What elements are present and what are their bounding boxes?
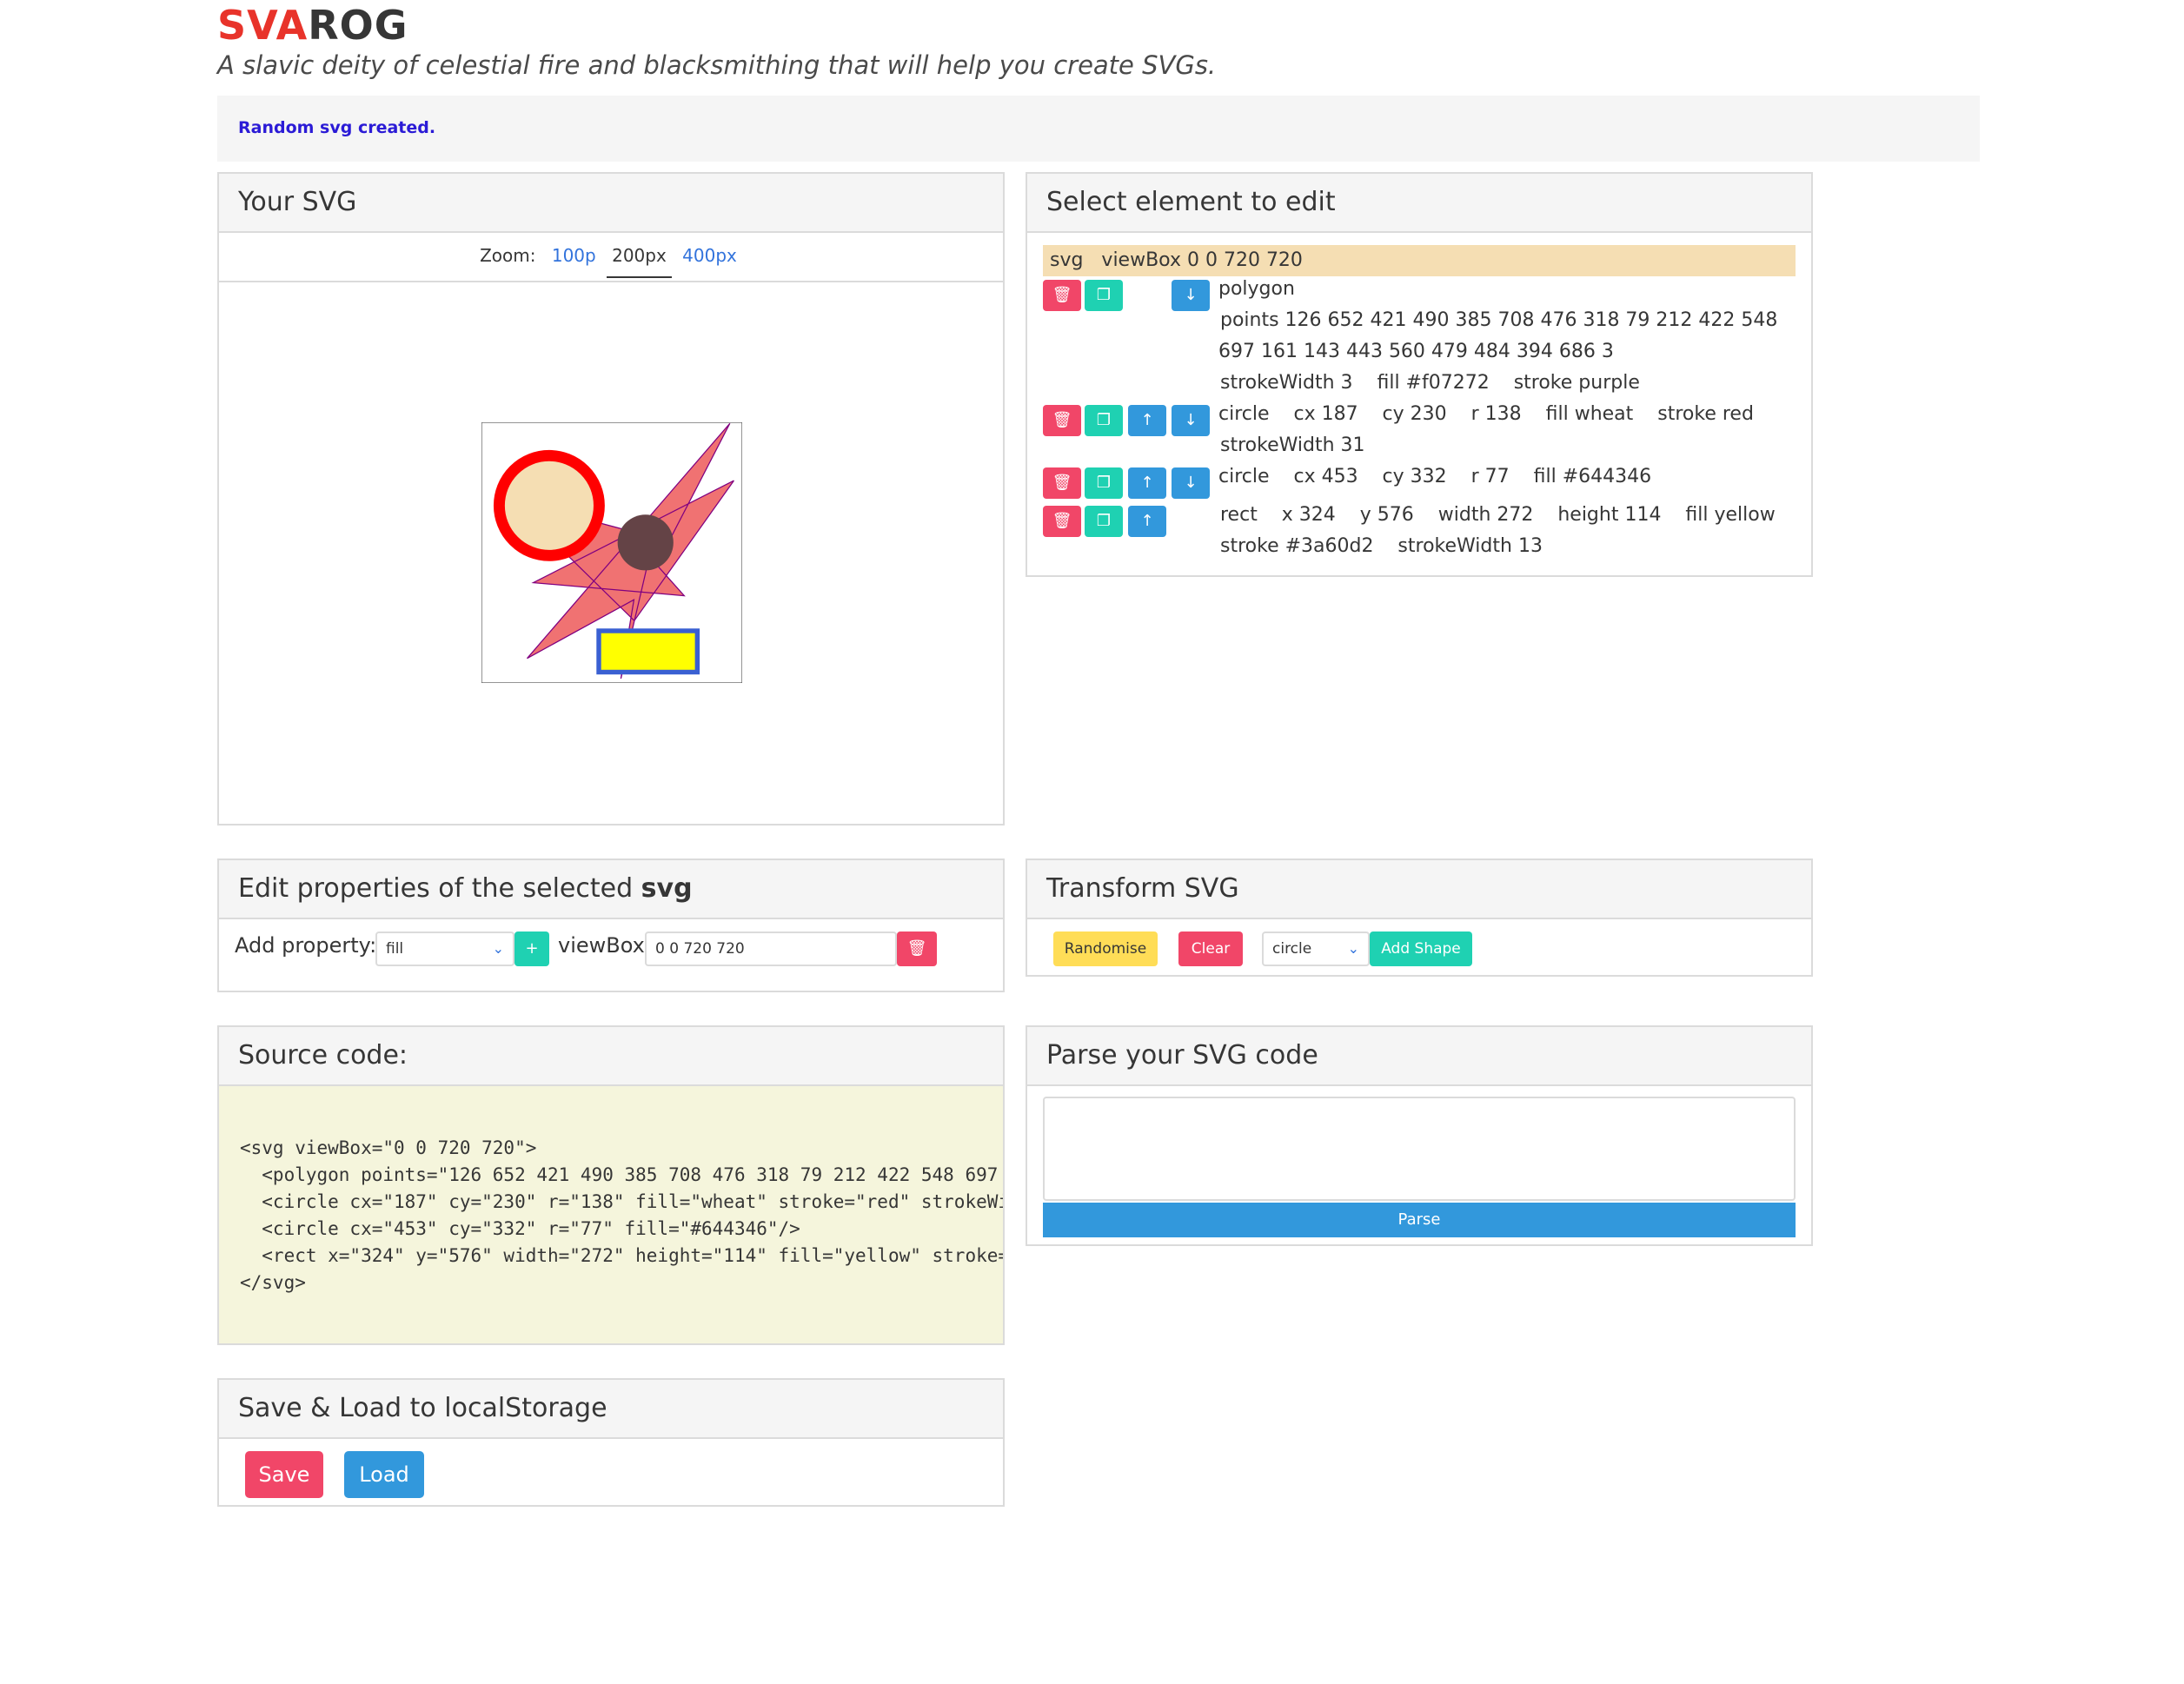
trash-icon: 🗑 xyxy=(1052,286,1072,304)
move-down-circle-1-button[interactable]: ↓ xyxy=(1172,405,1210,436)
element-circle-2-attrs[interactable]: circle cx 453 cy 332 r 77 fill #644346 xyxy=(1218,466,1651,487)
shape-select[interactable]: circle ⌄ xyxy=(1262,932,1370,966)
notification-text: Random svg created. xyxy=(238,118,436,137)
trash-icon: 🗑 xyxy=(1052,411,1072,429)
add-property-label: Add property: xyxy=(235,933,377,958)
code-line: <polygon points="126 652 421 490 385 708… xyxy=(240,1164,999,1185)
save-load-title: Save & Load to localStorage xyxy=(219,1380,1003,1439)
edit-properties-title-prefix: Edit properties of the selected xyxy=(238,873,634,904)
zoom-divider xyxy=(219,281,1003,282)
element-polygon-points-cont: 697 161 143 443 560 479 484 394 686 3 xyxy=(1218,341,1614,362)
your-svg-panel: Your SVG Zoom: 100p 200px 400px xyxy=(217,172,1005,825)
svg-preview xyxy=(481,422,742,683)
copy-icon: ❐ xyxy=(1096,474,1112,492)
logo-part-1: SVA xyxy=(217,2,309,49)
add-property-select-value: fill xyxy=(386,940,404,958)
zoom-option-100[interactable]: 100p xyxy=(547,245,601,276)
trash-icon: 🗑 xyxy=(906,939,927,958)
copy-icon: ❐ xyxy=(1096,286,1112,304)
preview-rect[interactable] xyxy=(596,628,700,675)
clear-button[interactable]: Clear xyxy=(1178,932,1243,966)
logo: SVAROG xyxy=(217,2,408,49)
add-shape-button[interactable]: Add Shape xyxy=(1370,932,1472,966)
arrow-down-icon: ↓ xyxy=(1184,411,1198,429)
save-button[interactable]: Save xyxy=(245,1451,323,1498)
copy-icon: ❐ xyxy=(1096,411,1112,429)
move-up-rect-button[interactable]: ↑ xyxy=(1128,506,1166,537)
transform-panel: Transform SVG Randomise Clear circle ⌄ A… xyxy=(1026,859,1813,977)
trash-icon: 🗑 xyxy=(1052,512,1072,530)
copy-rect-button[interactable]: ❐ xyxy=(1085,506,1123,537)
move-up-circle-1-button[interactable]: ↑ xyxy=(1128,405,1166,436)
element-polygon-name[interactable]: polygon xyxy=(1218,278,1295,300)
trash-icon: 🗑 xyxy=(1052,474,1072,492)
source-code-panel: Source code: <svg viewBox="0 0 720 720">… xyxy=(217,1025,1005,1345)
preview-circle-wheat[interactable] xyxy=(493,449,605,561)
element-circle-1-attrs-cont: strokeWidth 31 xyxy=(1220,434,1365,456)
delete-rect-button[interactable]: 🗑 xyxy=(1043,506,1081,537)
arrow-up-icon: ↑ xyxy=(1140,512,1154,530)
parse-panel: Parse your SVG code Parse xyxy=(1026,1025,1813,1246)
randomise-button[interactable]: Randomise xyxy=(1053,932,1158,966)
chevron-down-icon: ⌄ xyxy=(492,940,504,957)
code-line: <circle cx="453" cy="332" r="77" fill="#… xyxy=(240,1218,800,1239)
source-code-block: <svg viewBox="0 0 720 720"> <polygon poi… xyxy=(240,1135,1005,1296)
preview-circle-dark[interactable] xyxy=(617,514,674,571)
parse-button[interactable]: Parse xyxy=(1043,1203,1796,1237)
zoom-bar: Zoom: 100p 200px 400px xyxy=(219,245,1003,278)
delete-property-button[interactable]: 🗑 xyxy=(897,932,937,966)
zoom-option-400[interactable]: 400px xyxy=(677,245,742,276)
select-element-panel: Select element to edit svg viewBox 0 0 7… xyxy=(1026,172,1813,577)
load-button[interactable]: Load xyxy=(344,1451,424,1498)
tagline: A slavic deity of celestial fire and bla… xyxy=(217,50,1217,80)
code-line: <circle cx="187" cy="230" r="138" fill="… xyxy=(240,1191,1005,1212)
parse-title: Parse your SVG code xyxy=(1027,1027,1811,1086)
save-load-panel: Save & Load to localStorage Save Load xyxy=(217,1378,1005,1507)
arrow-up-icon: ↑ xyxy=(1140,411,1154,429)
shape-select-value: circle xyxy=(1272,940,1312,958)
element-polygon-points: points 126 652 421 490 385 708 476 318 7… xyxy=(1220,309,1778,331)
element-rect-attrs-cont: stroke #3a60d2 strokeWidth 13 xyxy=(1220,535,1543,557)
move-up-circle-2-button[interactable]: ↑ xyxy=(1128,467,1166,499)
edit-properties-title-element: svg xyxy=(641,873,693,904)
element-rect-attrs[interactable]: rect x 324 y 576 width 272 height 114 fi… xyxy=(1220,504,1776,526)
zoom-option-200[interactable]: 200px xyxy=(607,245,672,278)
copy-icon: ❐ xyxy=(1096,512,1112,530)
add-property-select[interactable]: fill ⌄ xyxy=(375,932,514,966)
move-down-polygon-button[interactable]: ↓ xyxy=(1172,280,1210,311)
code-line: <svg viewBox="0 0 720 720"> xyxy=(240,1137,537,1158)
logo-part-2: ROG xyxy=(308,2,408,49)
code-line: <rect x="324" y="576" width="272" height… xyxy=(240,1245,1005,1266)
element-row-svg[interactable]: svg viewBox 0 0 720 720 xyxy=(1043,245,1796,276)
delete-circle-1-button[interactable]: 🗑 xyxy=(1043,405,1081,436)
select-element-title: Select element to edit xyxy=(1027,174,1811,233)
arrow-down-icon: ↓ xyxy=(1184,286,1198,304)
copy-polygon-button[interactable]: ❐ xyxy=(1085,280,1123,311)
edit-properties-title: Edit properties of the selected svg xyxy=(219,860,1003,919)
parse-textarea[interactable] xyxy=(1043,1097,1796,1201)
copy-circle-2-button[interactable]: ❐ xyxy=(1085,467,1123,499)
copy-circle-1-button[interactable]: ❐ xyxy=(1085,405,1123,436)
viewbox-label: viewBox: xyxy=(558,933,652,958)
zoom-label: Zoom: xyxy=(480,245,536,266)
arrow-up-icon: ↑ xyxy=(1140,474,1154,492)
source-code-title: Source code: xyxy=(219,1027,1003,1086)
chevron-down-icon: ⌄ xyxy=(1347,940,1359,957)
arrow-down-icon: ↓ xyxy=(1184,474,1198,492)
notification-bar: Random svg created. xyxy=(217,96,1980,162)
element-polygon-attrs: strokeWidth 3 fill #f07272 stroke purple xyxy=(1220,372,1640,394)
transform-title: Transform SVG xyxy=(1027,860,1811,919)
your-svg-title: Your SVG xyxy=(219,174,1003,233)
delete-circle-2-button[interactable]: 🗑 xyxy=(1043,467,1081,499)
viewbox-input[interactable]: 0 0 720 720 xyxy=(645,932,897,966)
add-property-button[interactable]: + xyxy=(514,932,549,966)
code-line: </svg> xyxy=(240,1272,306,1293)
element-circle-1-attrs[interactable]: circle cx 187 cy 230 r 138 fill wheat st… xyxy=(1218,403,1754,425)
delete-polygon-button[interactable]: 🗑 xyxy=(1043,280,1081,311)
move-down-circle-2-button[interactable]: ↓ xyxy=(1172,467,1210,499)
edit-properties-panel: Edit properties of the selected svg Add … xyxy=(217,859,1005,992)
